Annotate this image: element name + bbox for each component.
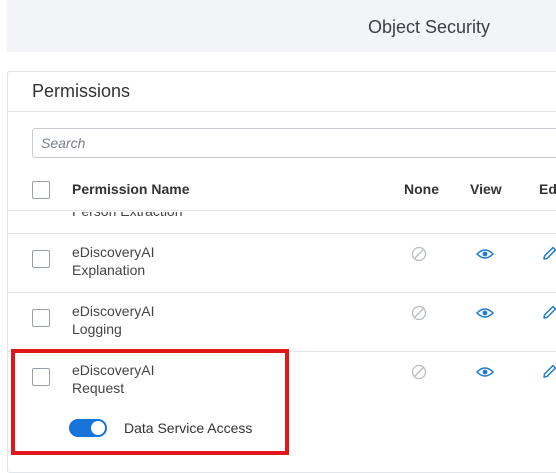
none-icon[interactable] (411, 246, 427, 262)
none-icon[interactable] (411, 364, 427, 380)
row-divider (8, 292, 556, 293)
none-icon[interactable] (411, 305, 427, 321)
row-name-line2: Explanation (72, 262, 146, 278)
highlight-box (11, 349, 289, 455)
column-header-none: None (404, 181, 439, 197)
edit-icon[interactable] (541, 304, 556, 321)
column-header-edit: Edi (539, 181, 556, 197)
row-checkbox[interactable] (32, 309, 50, 327)
panel-title: Permissions (32, 81, 131, 101)
page-header: Object Security (7, 0, 556, 52)
search-input[interactable] (32, 128, 556, 158)
row-divider (8, 233, 556, 234)
row-checkbox[interactable] (32, 250, 50, 268)
edit-icon[interactable] (541, 363, 556, 380)
edit-icon[interactable] (541, 245, 556, 262)
column-header-view: View (470, 181, 502, 197)
header-divider (8, 210, 556, 211)
row-name-line1: eDiscoveryAI (72, 303, 155, 319)
select-all-checkbox[interactable] (32, 181, 50, 199)
page-title: Object Security (368, 17, 491, 37)
view-icon[interactable] (476, 365, 494, 379)
partial-row-name: Person Extraction (72, 203, 183, 219)
divider (8, 111, 556, 112)
column-header-permission-name[interactable]: Permission Name (72, 181, 190, 197)
row-name-line1: eDiscoveryAI (72, 244, 155, 260)
row-name-line2: Logging (72, 321, 122, 337)
view-icon[interactable] (476, 306, 494, 320)
view-icon[interactable] (476, 247, 494, 261)
